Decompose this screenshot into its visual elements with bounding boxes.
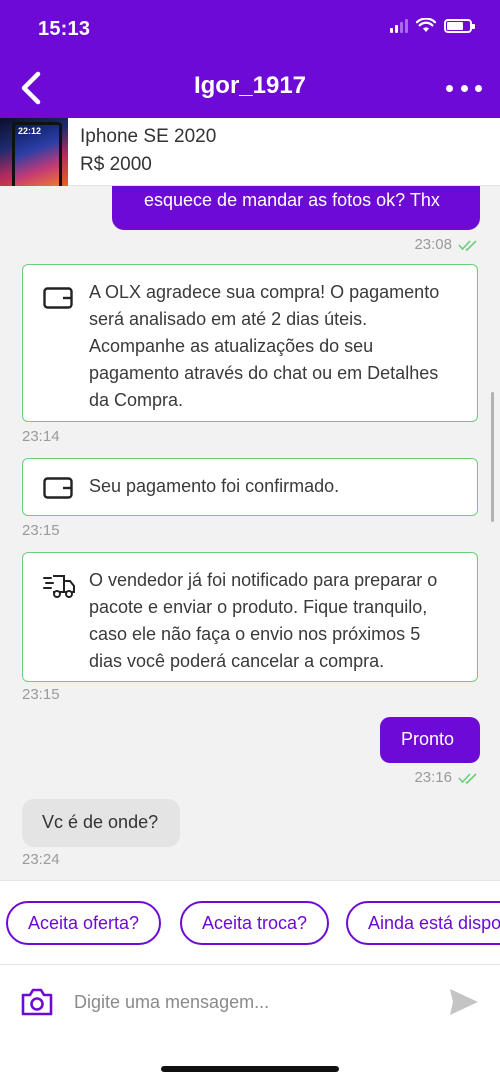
message-text: esquece de mandar as fotos ok? Thx bbox=[144, 190, 440, 210]
cellular-signal-icon bbox=[390, 18, 408, 33]
system-message-text: Seu pagamento foi confirmado. bbox=[89, 476, 340, 496]
system-message: A OLX agradece sua compra! O pagamento s… bbox=[22, 264, 478, 422]
wallet-icon bbox=[43, 477, 73, 499]
outgoing-message: Pronto bbox=[380, 717, 480, 763]
quick-reply-chip[interactable]: Ainda está disponível? bbox=[346, 901, 500, 945]
quick-replies: Aceita oferta? Aceita troca? Ainda está … bbox=[0, 880, 500, 964]
chat-title: Igor_1917 bbox=[193, 72, 307, 99]
thumbnail-time: 22:12 bbox=[18, 126, 42, 136]
more-options-icon[interactable] bbox=[446, 76, 482, 100]
chat-messages[interactable]: esquece de mandar as fotos ok? Thx 23:08… bbox=[0, 186, 500, 880]
message-text: Pronto bbox=[401, 729, 455, 749]
incoming-message: Vc é de onde? bbox=[22, 799, 180, 847]
scrollbar[interactable] bbox=[491, 392, 494, 522]
outgoing-message: esquece de mandar as fotos ok? Thx bbox=[112, 186, 480, 230]
home-indicator[interactable] bbox=[161, 1066, 339, 1072]
delivery-truck-icon bbox=[43, 575, 75, 598]
app-header: 15:13 Igor_1917 bbox=[0, 0, 500, 118]
message-timestamp: 23:14 bbox=[22, 428, 60, 445]
system-message-text: A OLX agradece sua compra! O pagamento s… bbox=[89, 282, 440, 410]
system-message-text: O vendedor já foi notificado para prepar… bbox=[89, 570, 438, 671]
send-icon[interactable] bbox=[448, 987, 480, 1017]
wallet-icon bbox=[43, 287, 73, 309]
camera-icon[interactable] bbox=[20, 987, 54, 1017]
status-icons bbox=[390, 18, 475, 33]
message-timestamp: 23:15 bbox=[22, 522, 60, 539]
system-message: Seu pagamento foi confirmado. bbox=[22, 458, 478, 516]
double-check-icon bbox=[458, 239, 477, 251]
wifi-icon bbox=[416, 18, 436, 32]
product-price: R$ 2000 bbox=[80, 154, 152, 175]
quick-reply-chip[interactable]: Aceita troca? bbox=[180, 901, 330, 945]
double-check-icon bbox=[458, 772, 477, 784]
status-time: 15:13 bbox=[38, 18, 91, 40]
message-timestamp: 23:15 bbox=[22, 686, 60, 703]
home-indicator-area bbox=[0, 1038, 500, 1082]
message-input[interactable] bbox=[74, 987, 424, 1017]
message-text: Vc é de onde? bbox=[42, 812, 159, 832]
message-composer bbox=[0, 964, 500, 1038]
quick-reply-chip[interactable]: Aceita oferta? bbox=[6, 901, 162, 945]
battery-icon bbox=[444, 18, 475, 33]
message-timestamp: 23:16 bbox=[414, 769, 478, 786]
product-summary[interactable]: 22:12 Iphone SE 2020 R$ 2000 bbox=[0, 118, 500, 186]
system-message: O vendedor já foi notificado para prepar… bbox=[22, 552, 478, 682]
product-thumbnail: 22:12 bbox=[0, 118, 68, 186]
message-timestamp: 23:08 bbox=[414, 236, 478, 253]
product-name: Iphone SE 2020 bbox=[80, 126, 217, 147]
message-timestamp: 23:24 bbox=[22, 851, 60, 868]
